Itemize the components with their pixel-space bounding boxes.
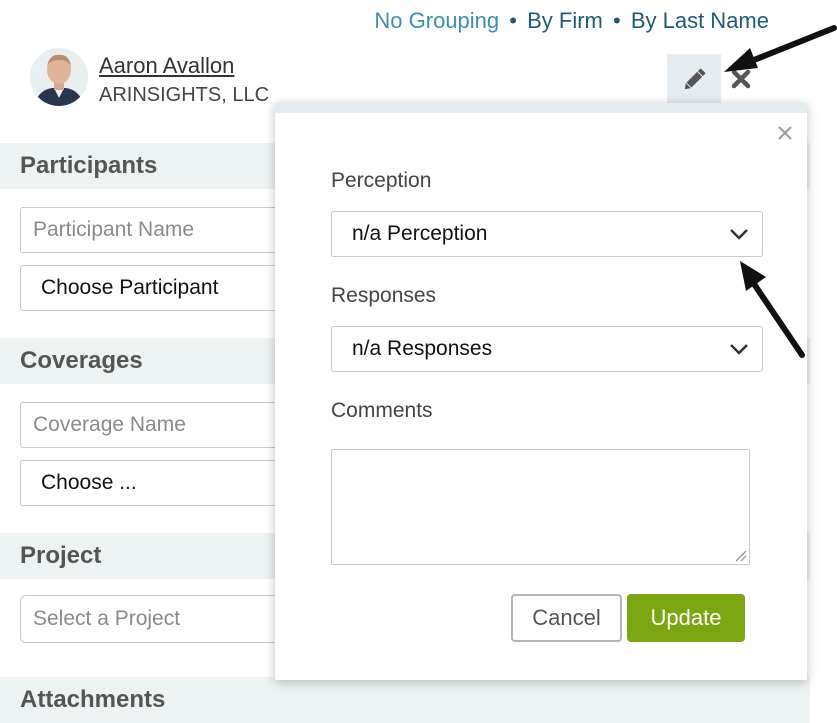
participant-name-input[interactable]: Participant Name [20, 207, 310, 253]
cancel-button[interactable]: Cancel [511, 594, 622, 642]
attachments-header: Attachments [0, 677, 810, 723]
user-name-link[interactable]: Aaron Avallon [99, 53, 234, 79]
edit-response-popover: Perception n/a Perception Responses n/a … [275, 103, 807, 680]
annotation-arrow-icon [724, 25, 837, 72]
comments-textarea[interactable] [331, 449, 750, 565]
participants-title: Participants [20, 152, 158, 179]
choose-coverage-select[interactable]: Choose ... [20, 460, 310, 506]
responses-select[interactable]: n/a Responses [331, 326, 763, 372]
edit-button[interactable] [667, 54, 721, 106]
resize-grip-icon[interactable] [733, 548, 747, 562]
responses-label: Responses [331, 284, 437, 307]
coverage-name-input[interactable]: Coverage Name [20, 402, 310, 448]
project-select[interactable]: Select a Project [20, 595, 310, 643]
no-grouping-link[interactable]: No Grouping [374, 8, 499, 33]
attachments-title: Attachments [20, 686, 166, 713]
grouping-separator: • [613, 8, 621, 33]
by-firm-link[interactable]: By Firm [527, 8, 603, 33]
perception-label: Perception [331, 169, 432, 192]
comments-label: Comments [331, 399, 433, 422]
user-firm: ARINSIGHTS, LLC [99, 84, 270, 106]
update-button[interactable]: Update [627, 594, 745, 642]
coverages-title: Coverages [20, 347, 143, 374]
chevron-down-icon [730, 229, 748, 240]
annotation-arrow-icon [740, 261, 805, 358]
choose-participant-select[interactable]: Choose Participant [20, 265, 310, 311]
project-title: Project [20, 542, 102, 569]
pencil-icon [684, 68, 706, 90]
avatar [30, 48, 88, 106]
grouping-links: No Grouping • By Firm • By Last Name [374, 8, 769, 34]
modal-close-button[interactable] [775, 123, 795, 143]
responses-value: n/a Responses [352, 337, 493, 360]
perception-select[interactable]: n/a Perception [331, 211, 763, 257]
perception-value: n/a Perception [352, 222, 488, 245]
grouping-separator: • [509, 8, 517, 33]
close-icon [778, 126, 792, 140]
